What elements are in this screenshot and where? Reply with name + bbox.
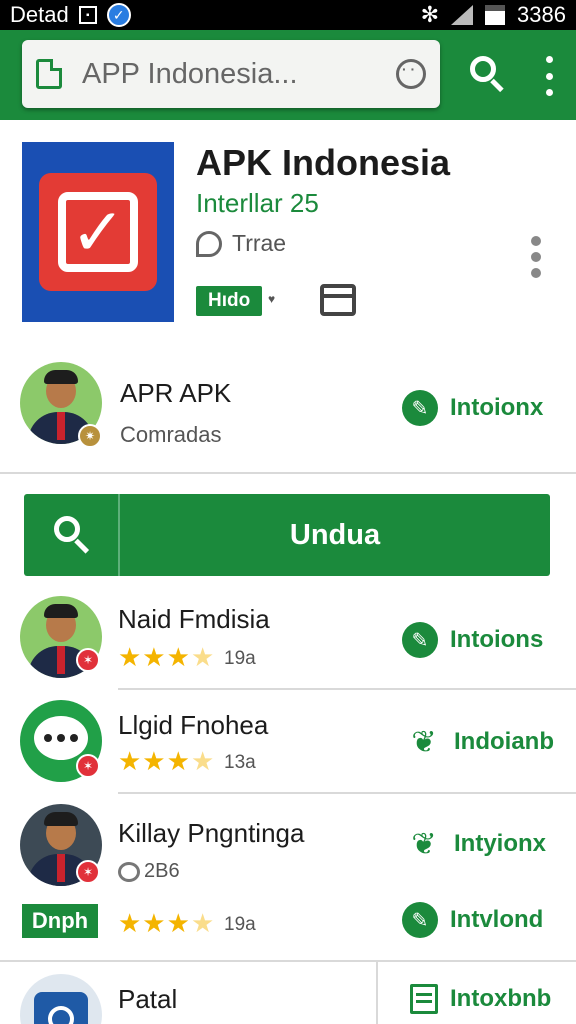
featured-sub: Comradas xyxy=(120,422,222,447)
carrier-label: Detad xyxy=(10,2,69,27)
heart-icon: ♥ xyxy=(268,292,276,306)
action-label: Intoions xyxy=(450,626,544,653)
divider xyxy=(118,792,576,794)
download-button[interactable]: Undua xyxy=(24,494,550,576)
list-item-action-button[interactable]: ✎ Intoions xyxy=(402,622,543,658)
divider xyxy=(0,472,576,474)
more-vertical-icon[interactable] xyxy=(540,56,558,96)
rating-count: 19a xyxy=(224,914,256,935)
list-item-name[interactable]: Killay Pngntinga xyxy=(118,818,304,849)
vertical-divider xyxy=(376,962,378,1024)
category-icon xyxy=(196,230,222,257)
list-item-action-button[interactable]: ❦ Intyionx xyxy=(406,826,546,862)
rating-count: 13a xyxy=(224,752,256,773)
featured-name: APR APK xyxy=(120,378,232,408)
star-rating: ★★★★ xyxy=(118,642,216,672)
item-tag-badge: Dnph xyxy=(22,904,98,938)
badge-icon: ✶ xyxy=(76,860,100,884)
vpn-check-icon: ✓ xyxy=(106,3,131,27)
rating-count: 19a xyxy=(224,648,256,669)
app-category: Trrae xyxy=(196,230,286,257)
featured-action-label: Intoionx xyxy=(450,394,544,421)
list-item-name[interactable]: Naid Fmdisia xyxy=(118,604,270,635)
app-developer-link[interactable]: Interllar 25 xyxy=(196,188,319,219)
edit-pencil-icon: ✎ xyxy=(402,622,438,658)
app-title: APK Indonesia xyxy=(196,142,451,183)
edit-pencil-icon: ✎ xyxy=(402,902,438,938)
action-label: Intyionx xyxy=(454,830,547,857)
list-icon xyxy=(410,984,438,1014)
leaf-icon: ❦ xyxy=(411,725,437,759)
app-thumbnail[interactable] xyxy=(20,974,102,1024)
archive-box-icon[interactable] xyxy=(320,284,356,316)
list-item-name[interactable]: Llgid Fnohea xyxy=(118,710,268,741)
signal-icon xyxy=(451,5,474,25)
bluetooth-icon: ✻ xyxy=(420,2,440,27)
list-item-action-button[interactable]: ❦ Indoianb xyxy=(406,724,554,760)
app-bar: APP Indonesia... xyxy=(0,30,576,120)
divider xyxy=(0,960,576,962)
star-rating: ★★★★ xyxy=(118,908,216,938)
screenshot-icon: ▪ xyxy=(78,6,97,24)
clock: 3386 xyxy=(517,2,566,27)
leaf-icon: ❦ xyxy=(411,827,437,861)
star-rating: ★★★★ xyxy=(118,746,216,776)
action-label: Intoxbnb xyxy=(450,985,552,1012)
search-field[interactable]: APP Indonesia... xyxy=(22,40,440,108)
badge-icon: ✶ xyxy=(76,648,100,672)
featured-action-button[interactable]: ✎ Intoionx xyxy=(402,390,543,426)
app-icon: ✓ xyxy=(22,142,174,322)
badge-icon: ✶ xyxy=(76,754,100,778)
face-icon[interactable] xyxy=(396,59,426,89)
document-icon xyxy=(36,59,62,89)
edit-pencil-icon: ✎ xyxy=(402,390,438,426)
search-query[interactable]: APP Indonesia... xyxy=(82,58,396,91)
search-icon[interactable] xyxy=(24,494,120,576)
list-item-name[interactable]: Patal xyxy=(118,984,177,1015)
action-label: Intvlond xyxy=(450,906,544,933)
divider xyxy=(118,688,576,690)
comment-count: 2B6 xyxy=(118,860,180,883)
comment-icon xyxy=(118,861,140,882)
checkbox-icon: ✓ xyxy=(58,192,138,272)
status-bar: Detad ▪ ✓ ✻ 3386 xyxy=(0,0,576,30)
app-more-vertical-icon[interactable] xyxy=(530,236,542,278)
download-label: Undua xyxy=(289,518,381,551)
battery-icon xyxy=(485,5,506,25)
list-item-secondary-action[interactable]: ✎ Intvlond xyxy=(402,902,543,938)
app-tag-badge: Hıdo xyxy=(196,286,263,316)
action-label: Indoianb xyxy=(454,728,554,755)
category-label: Trrae xyxy=(232,230,287,256)
search-icon[interactable] xyxy=(468,54,506,93)
badge-icon: ✷ xyxy=(78,424,102,448)
list-item-action-button[interactable]: Intoxbnb xyxy=(410,984,551,1014)
